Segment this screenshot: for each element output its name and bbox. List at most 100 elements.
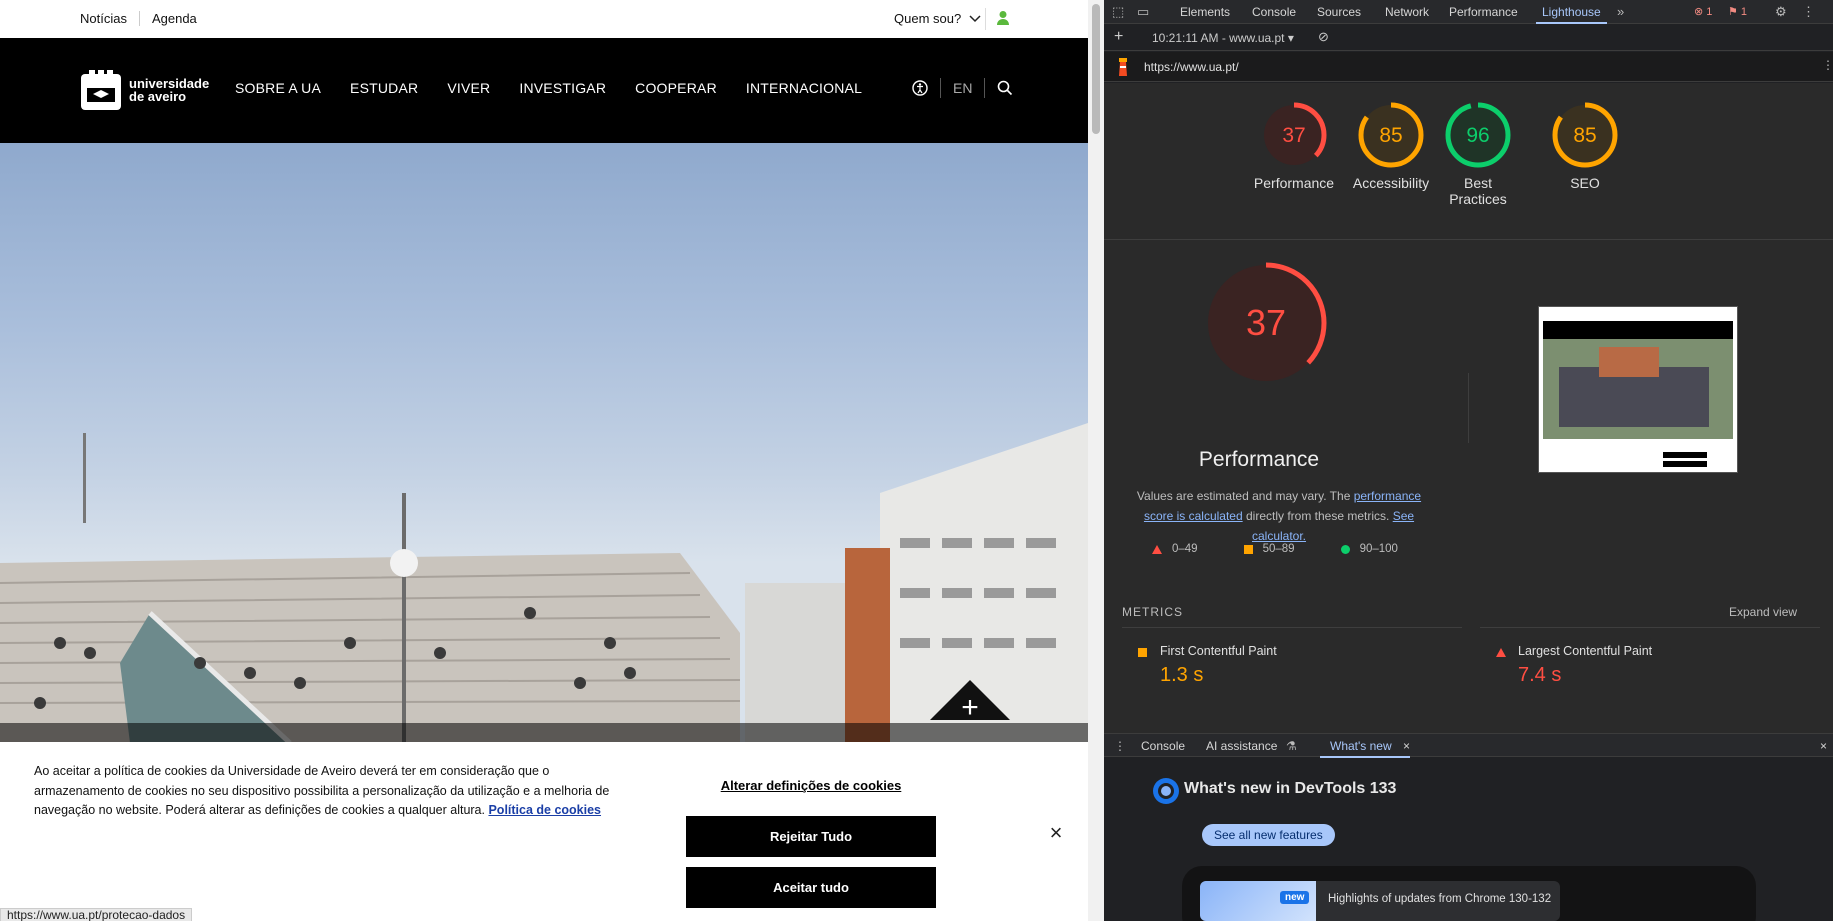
error-count-badge[interactable]: ⊗ 1: [1694, 5, 1712, 18]
metric-name: Largest Contentful Paint: [1518, 644, 1653, 658]
expand-view-toggle[interactable]: Expand view: [1729, 605, 1797, 619]
language-switch[interactable]: EN: [953, 80, 972, 96]
quem-sou-label: Quem sou?: [894, 11, 962, 26]
gear-icon[interactable]: ⚙: [1775, 4, 1787, 20]
whats-new-card: new Highlights of updates from Chrome 13…: [1182, 866, 1756, 921]
accessibility-icon[interactable]: [912, 80, 928, 96]
divider: [1104, 239, 1833, 240]
triangle-icon: [1496, 648, 1506, 657]
gauge-ring: 96: [1445, 102, 1511, 168]
circle-icon: [1340, 544, 1350, 554]
drawer-tab-whats-new[interactable]: What's new: [1320, 739, 1410, 758]
more-tabs-icon[interactable]: »: [1617, 4, 1624, 19]
see-all-features-button[interactable]: See all new features: [1202, 824, 1335, 846]
nav-investigar[interactable]: INVESTIGAR: [519, 80, 606, 96]
report-time: 10:21:11 AM - www.ua.pt: [1152, 31, 1285, 45]
search-icon[interactable]: [997, 80, 1013, 96]
drawer-tab-ai-assistance[interactable]: AI assistance: [1206, 739, 1277, 753]
legend-pass-label: 90–100: [1359, 543, 1398, 555]
close-icon[interactable]: ×: [1046, 822, 1066, 844]
legend-pass: 90–100: [1340, 543, 1398, 555]
performance-big-gauge: 37: [1205, 262, 1327, 384]
cookie-settings-link[interactable]: Alterar definições de cookies: [686, 778, 936, 793]
gauge-performance[interactable]: 37 Performance: [1249, 101, 1339, 191]
nav-internacional[interactable]: INTERNACIONAL: [746, 80, 862, 96]
plus-icon[interactable]: +: [1114, 28, 1123, 46]
highlights-item[interactable]: new Highlights of updates from Chrome 13…: [1200, 881, 1560, 921]
close-drawer-icon[interactable]: ×: [1820, 739, 1827, 753]
plus-icon[interactable]: +: [957, 693, 983, 723]
kebab-menu-icon[interactable]: ⋮: [1802, 4, 1815, 20]
logo-line2: de aveiro: [129, 89, 187, 104]
tab-elements[interactable]: Elements: [1180, 5, 1230, 19]
tab-network[interactable]: Network: [1385, 5, 1429, 19]
metric-value: 1.3 s: [1160, 664, 1204, 686]
tab-sources[interactable]: Sources: [1317, 5, 1361, 19]
whats-new-panel: What's new in DevTools 133 See all new f…: [1104, 758, 1833, 921]
page-scrollbar[interactable]: [1088, 0, 1104, 921]
final-screenshot-thumbnail[interactable]: [1538, 306, 1738, 473]
top-utility-bar: Notícias Agenda Quem sou?: [0, 0, 1088, 38]
legend-average-label: 50–89: [1262, 543, 1295, 555]
user-icon[interactable]: [996, 10, 1010, 26]
divider: [985, 8, 986, 30]
metric-fcp: First Contentful Paint 1.3 s: [1122, 627, 1462, 686]
metric-lcp: Largest Contentful Paint 7.4 s: [1480, 627, 1820, 686]
devtools-tabbar: ⬚ ▭ Elements Console Sources Network Per…: [1104, 0, 1833, 24]
devtools-panel: ⬚ ▭ Elements Console Sources Network Per…: [1104, 0, 1833, 921]
nav-estudar[interactable]: ESTUDAR: [350, 80, 418, 96]
square-icon: [1138, 648, 1147, 657]
desc-prefix: Values are estimated and may vary. The: [1136, 489, 1354, 503]
square-icon: [1243, 544, 1253, 554]
metric-value: 7.4 s: [1518, 664, 1562, 686]
report-url-bar: https://www.ua.pt/ ⋮: [1104, 52, 1833, 82]
gauge-label: Performance: [1253, 175, 1335, 191]
lighthouse-report: 37 Performance 85 Accessibility 96 Best …: [1104, 83, 1833, 733]
tab-console[interactable]: Console: [1252, 5, 1296, 19]
nav-sobre[interactable]: SOBRE A UA: [235, 80, 321, 96]
desc-mid: directly from these metrics.: [1242, 509, 1393, 523]
cookie-message: Ao aceitar a política de cookies da Univ…: [34, 762, 634, 821]
kebab-menu-icon[interactable]: ⋮: [1822, 58, 1833, 72]
divider: [984, 78, 986, 98]
tab-lighthouse[interactable]: Lighthouse: [1536, 5, 1607, 24]
nav-viver[interactable]: VIVER: [447, 80, 490, 96]
accept-all-button[interactable]: Aceitar tudo: [686, 867, 936, 908]
nav-cooperar[interactable]: COOPERAR: [635, 80, 717, 96]
divider: [940, 78, 941, 98]
device-toggle-icon[interactable]: ▭: [1137, 4, 1149, 20]
scrollbar-thumb[interactable]: [1092, 4, 1100, 134]
legend-fail-label: 0–49: [1172, 543, 1198, 555]
issue-count-badge[interactable]: ⚑ 1: [1728, 5, 1747, 18]
tab-performance[interactable]: Performance: [1449, 5, 1518, 19]
report-selector[interactable]: 10:21:11 AM - www.ua.pt ▾: [1152, 31, 1294, 45]
lighthouse-icon: [1119, 58, 1127, 76]
page-thumbnail: [1543, 311, 1733, 468]
close-tab-icon[interactable]: ×: [1403, 739, 1410, 753]
status-bar-url: https://www.ua.pt/protecao-dados: [0, 908, 193, 921]
drawer-tab-console[interactable]: Console: [1141, 739, 1185, 753]
drawer-menu-icon[interactable]: ⋮: [1114, 739, 1126, 753]
gauge-best-practices[interactable]: 96 Best Practices: [1443, 101, 1513, 207]
campus-photo: [0, 423, 1088, 743]
news-link[interactable]: Notícias: [80, 11, 140, 26]
issue-count: 1: [1740, 6, 1748, 18]
gauge-value: 85: [1573, 124, 1596, 147]
nav-tools: EN: [912, 78, 1013, 98]
reject-all-button[interactable]: Rejeitar Tudo: [686, 816, 936, 857]
agenda-link[interactable]: Agenda: [140, 11, 209, 26]
hero-image: +: [0, 143, 1088, 743]
gauge-accessibility[interactable]: 85 Accessibility: [1346, 101, 1436, 191]
quem-sou-dropdown[interactable]: Quem sou?: [894, 11, 981, 26]
inspect-icon[interactable]: ⬚: [1112, 4, 1124, 20]
gauge-ring: 37: [1261, 102, 1327, 168]
gauge-seo[interactable]: 85 SEO: [1540, 101, 1630, 191]
cookie-banner: Ao aceitar a política de cookies da Univ…: [0, 742, 1088, 921]
report-url[interactable]: https://www.ua.pt/: [1144, 60, 1239, 74]
clear-icon[interactable]: ⊘: [1318, 29, 1329, 45]
performance-title: Performance: [1198, 448, 1320, 471]
gauge-label: SEO: [1570, 175, 1600, 191]
ua-logo[interactable]: universidade de aveiro: [79, 68, 209, 112]
gauge-label: Accessibility: [1352, 175, 1430, 191]
cookie-policy-link[interactable]: Política de cookies: [488, 803, 601, 817]
